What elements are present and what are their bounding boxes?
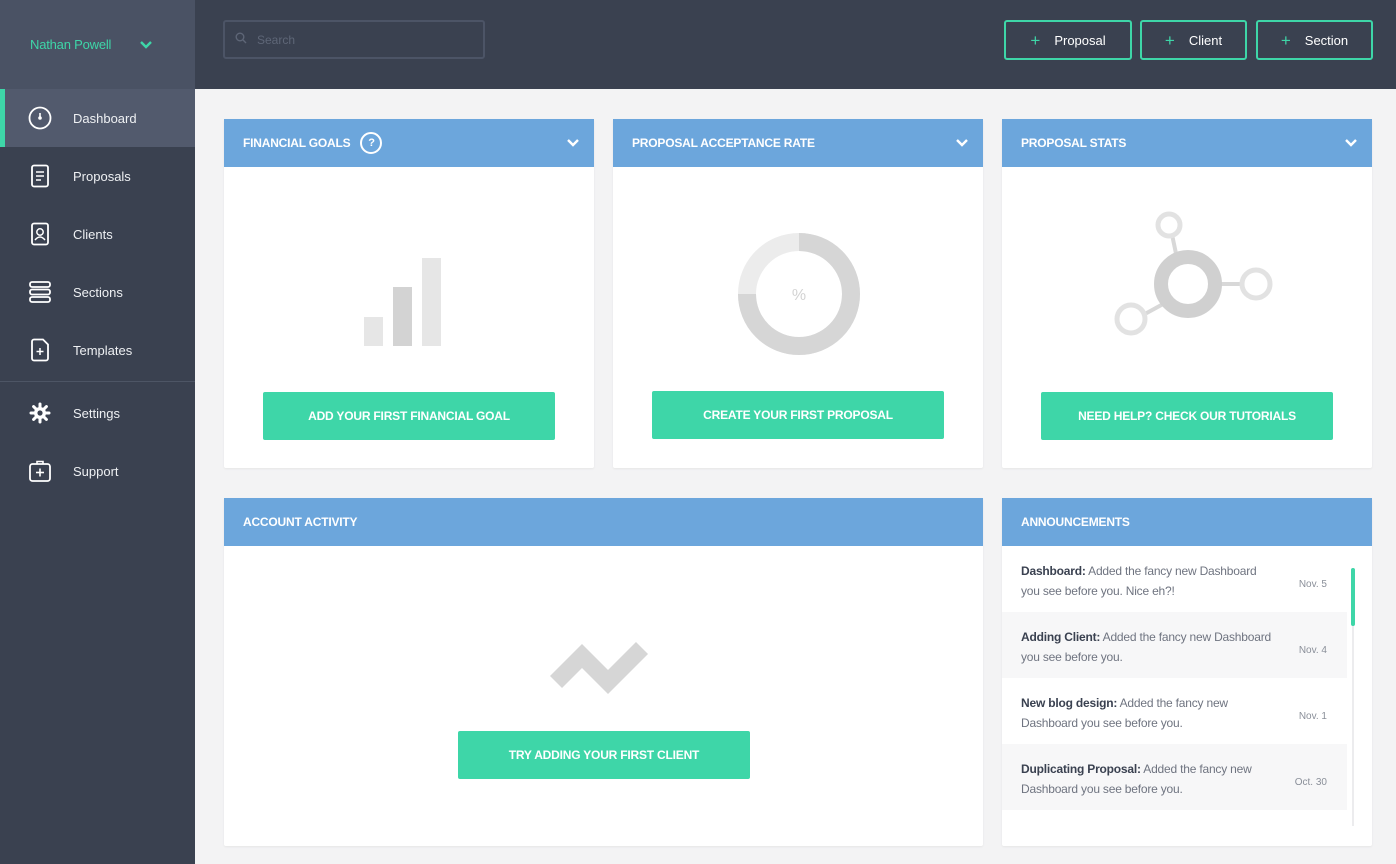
plus-icon: +	[1164, 30, 1175, 50]
network-graph-icon	[1114, 211, 1273, 336]
announcement-date: Nov. 1	[1298, 711, 1327, 722]
chevron-down-icon[interactable]	[1344, 136, 1358, 150]
sidebar-item-sections[interactable]: Sections	[0, 263, 195, 321]
percent-glyph: %	[792, 287, 806, 304]
add-proposal-label: Proposal	[1054, 32, 1106, 48]
chevron-down-icon	[139, 38, 153, 52]
top-bar: + Proposal + Client + Section	[195, 0, 1396, 89]
chevron-down-icon[interactable]	[566, 136, 580, 150]
announcement-heading: Adding Client:	[1021, 630, 1101, 644]
sidebar-item-support[interactable]: Support	[0, 442, 195, 500]
card-title: FINANCIAL GOALS	[243, 136, 351, 150]
stack-icon	[27, 279, 53, 305]
financial-goals-card: FINANCIAL GOALS ? ADD YOUR FIRST FINANCI…	[224, 119, 594, 468]
sidebar-nav: Dashboard Proposals Clients Sections Tem…	[0, 89, 195, 500]
card-header: FINANCIAL GOALS ?	[224, 119, 594, 167]
account-activity-card: ACCOUNT ACTIVITY TRY ADDING YOUR FIRST C…	[224, 498, 983, 846]
chevron-down-icon[interactable]	[955, 136, 969, 150]
card-header: ACCOUNT ACTIVITY	[224, 498, 983, 546]
scrollbar-thumb[interactable]	[1351, 568, 1355, 626]
search-input[interactable]	[257, 32, 457, 47]
sidebar-item-proposals[interactable]: Proposals	[0, 147, 195, 205]
list-item[interactable]: Duplicating Proposal: Added the fancy ne…	[1002, 744, 1347, 810]
sidebar-item-label: Support	[73, 463, 119, 479]
announcement-text: Dashboard: Added the fancy new Dashboard…	[1021, 561, 1276, 612]
list-item[interactable]: Dashboard: Added the fancy new Dashboard…	[1002, 546, 1347, 612]
add-section-button[interactable]: + Section	[1256, 20, 1373, 60]
sidebar-divider	[0, 381, 195, 382]
announcement-heading: New blog design:	[1021, 696, 1118, 710]
card-title: PROPOSAL STATS	[1021, 136, 1127, 150]
card-title: ACCOUNT ACTIVITY	[243, 515, 358, 529]
acceptance-rate-card: PROPOSAL ACCEPTANCE RATE % CREATE YOUR F…	[613, 119, 983, 468]
plus-icon: +	[1030, 30, 1041, 50]
list-item[interactable]: New blog design: Added the fancy new Das…	[1002, 678, 1347, 744]
sidebar-item-settings[interactable]: Settings	[0, 384, 195, 442]
document-icon	[27, 163, 53, 189]
sidebar: Nathan Powell Dashboard Proposals Client…	[0, 0, 195, 864]
announcement-heading: Duplicating Proposal:	[1021, 762, 1141, 776]
add-first-client-button[interactable]: TRY ADDING YOUR FIRST CLIENT	[458, 731, 750, 779]
announcement-date: Oct. 30	[1294, 777, 1327, 788]
bar-chart-icon	[364, 258, 441, 346]
announcement-heading: Dashboard:	[1021, 564, 1086, 578]
card-header: PROPOSAL STATS	[1002, 119, 1372, 167]
announcements-list: Dashboard: Added the fancy new Dashboard…	[1002, 546, 1347, 846]
dashboard-icon	[27, 105, 53, 131]
sidebar-item-clients[interactable]: Clients	[0, 205, 195, 263]
search-box	[223, 20, 485, 59]
sidebar-item-label: Settings	[73, 405, 120, 421]
user-menu[interactable]: Nathan Powell	[0, 0, 195, 89]
sidebar-item-dashboard[interactable]: Dashboard	[0, 89, 195, 147]
donut-chart-icon: %	[738, 233, 860, 355]
sidebar-item-label: Templates	[73, 342, 133, 358]
card-title: ANNOUNCEMENTS	[1021, 515, 1130, 529]
first-aid-icon	[27, 458, 53, 484]
help-icon[interactable]: ?	[360, 132, 383, 154]
add-client-label: Client	[1188, 32, 1223, 48]
gear-icon	[27, 400, 53, 426]
sidebar-item-label: Sections	[73, 284, 123, 300]
announcement-text: Adding Client: Added the fancy new Dashb…	[1021, 627, 1276, 678]
announcement-date: Nov. 4	[1298, 645, 1327, 656]
sidebar-item-templates[interactable]: Templates	[0, 321, 195, 379]
list-item[interactable]: Adding Client: Added the fancy new Dashb…	[1002, 612, 1347, 678]
contact-card-icon	[27, 221, 53, 247]
proposal-stats-card: PROPOSAL STATS NEED HELP? CHECK OUR TUTO…	[1002, 119, 1372, 468]
sidebar-item-label: Clients	[73, 226, 113, 242]
add-client-button[interactable]: + Client	[1140, 20, 1247, 60]
sidebar-item-label: Proposals	[73, 168, 131, 184]
add-proposal-button[interactable]: + Proposal	[1004, 20, 1132, 60]
search-icon	[235, 31, 247, 49]
create-first-proposal-button[interactable]: CREATE YOUR FIRST PROPOSAL	[652, 391, 944, 439]
card-header: PROPOSAL ACCEPTANCE RATE	[613, 119, 983, 167]
activity-line-icon	[550, 641, 649, 695]
add-financial-goal-button[interactable]: ADD YOUR FIRST FINANCIAL GOAL	[263, 392, 555, 440]
card-header: ANNOUNCEMENTS	[1002, 498, 1372, 546]
announcements-scrollbar[interactable]	[1351, 568, 1355, 826]
template-file-icon	[27, 337, 53, 363]
announcements-card: ANNOUNCEMENTS Dashboard: Added the fancy…	[1002, 498, 1372, 846]
check-tutorials-button[interactable]: NEED HELP? CHECK OUR TUTORIALS	[1041, 392, 1333, 440]
announcement-date: Nov. 5	[1298, 579, 1327, 590]
card-title: PROPOSAL ACCEPTANCE RATE	[632, 136, 815, 150]
announcement-text: New blog design: Added the fancy new Das…	[1021, 693, 1276, 744]
user-name: Nathan Powell	[30, 37, 112, 52]
add-section-label: Section	[1304, 32, 1349, 48]
sidebar-item-label: Dashboard	[73, 110, 137, 126]
plus-icon: +	[1280, 30, 1291, 50]
announcement-text: Duplicating Proposal: Added the fancy ne…	[1021, 759, 1276, 810]
